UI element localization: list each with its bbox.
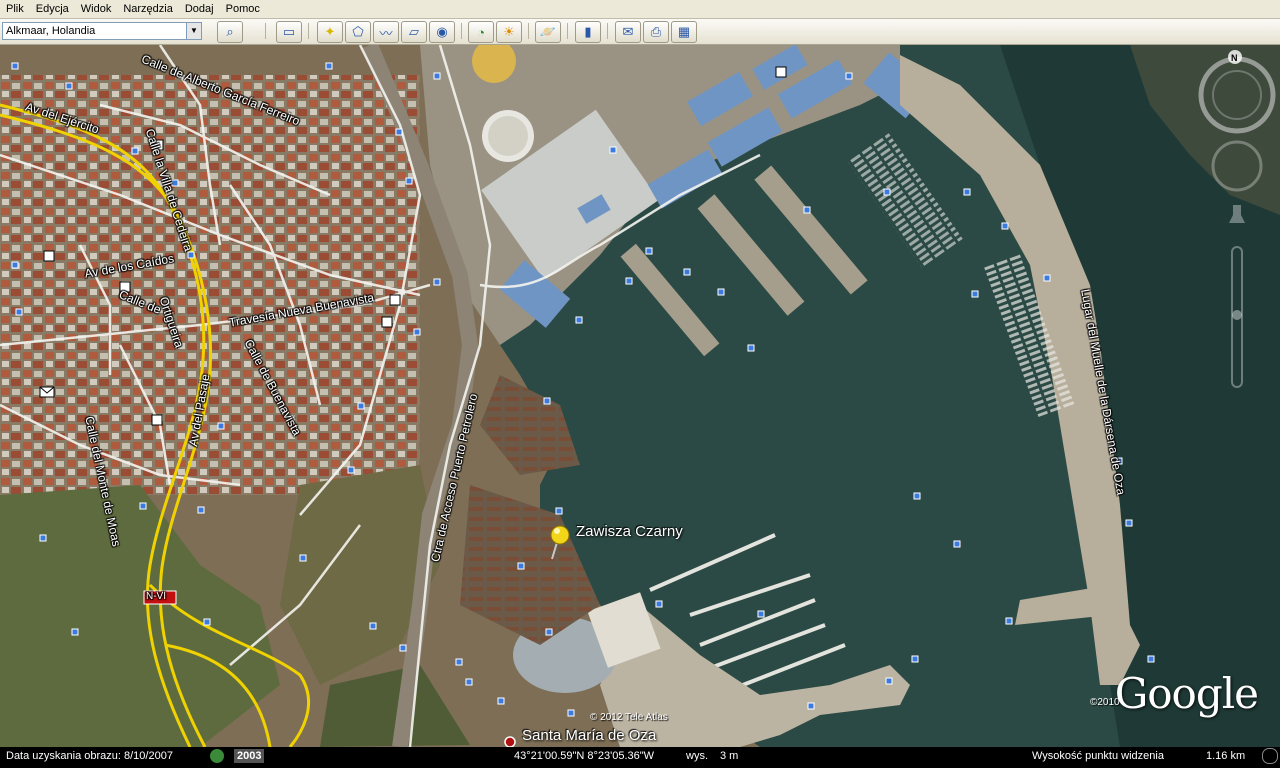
add-placemark-button[interactable]: ✦ [317, 21, 343, 43]
elevation-label: wys. [686, 750, 708, 762]
svg-text:N: N [1231, 53, 1238, 63]
menu-edycja[interactable]: Edycja [30, 3, 75, 15]
overlay-icon: ▱ [409, 24, 419, 39]
search-value: Alkmaar, Holandia [6, 25, 96, 37]
chevron-down-icon[interactable]: ▼ [186, 23, 201, 39]
menu-plik[interactable]: Plik [0, 3, 30, 15]
record-tour-button[interactable]: ◉ [429, 21, 455, 43]
clock-icon[interactable] [210, 749, 224, 763]
polygon-icon: ⬠ [352, 24, 364, 39]
placemark-icon: ✦ [324, 24, 336, 39]
menu-widok[interactable]: Widok [75, 3, 118, 15]
add-overlay-button[interactable]: ▱ [401, 21, 427, 43]
print-icon: ⎙ [650, 24, 662, 39]
year-badge[interactable]: 2003 [234, 749, 265, 763]
planet-icon: 🪐 [539, 24, 557, 39]
toolbar-separator [265, 23, 266, 39]
road-shield-label: N-VI [146, 591, 166, 602]
sidebar-toggle-button[interactable]: ▭ [276, 21, 302, 43]
historical-imagery-button[interactable]: ◔ [468, 21, 494, 43]
eye-altitude-label: Wysokość punktu widzenia [1032, 750, 1164, 762]
coordinates: 43°21'00.59"N 8°23'05.36"W [514, 750, 655, 762]
email-icon: ✉ [622, 24, 634, 39]
toolbar-separator [607, 23, 608, 39]
sun-icon: ☀ [503, 24, 515, 39]
imagery-copyright: © 2012 Tele Atlas [590, 712, 668, 723]
menu-pomoc[interactable]: Pomoc [220, 3, 266, 15]
eye-altitude-value: 1.16 km [1206, 750, 1246, 762]
menu-bar: Plik Edycja Widok Narzędzia Dodaj Pomoc [0, 0, 1280, 19]
toolbar-separator [567, 23, 568, 39]
imagery-date: Data uzyskania obrazu: 8/10/2007 [6, 750, 173, 762]
switch-planet-button[interactable]: 🪐 [535, 21, 561, 43]
search-input[interactable]: Alkmaar, Holandia ▼ [2, 22, 202, 40]
view-in-maps-button[interactable]: ▦ [671, 21, 697, 43]
clock-icon: ◔ [477, 24, 485, 40]
camera-icon: ◉ [436, 24, 448, 39]
status-bar: Data uzyskania obrazu: 8/10/2007 2003 43… [0, 747, 1280, 768]
toolbar-separator [528, 23, 529, 39]
print-button[interactable]: ⎙ [643, 21, 669, 43]
add-polygon-button[interactable]: ⬠ [345, 21, 371, 43]
search-icon: ⌕ [226, 24, 234, 39]
search-button[interactable]: ⌕ [217, 21, 243, 43]
elevation-value: 3 m [720, 750, 739, 762]
ruler-button[interactable]: ▮ [575, 21, 601, 43]
ruler-icon: ▮ [584, 24, 592, 39]
place-name-label[interactable]: Santa María de Oza [522, 727, 656, 744]
map-icon: ▦ [677, 24, 691, 39]
add-path-button[interactable]: 〰 [373, 21, 399, 43]
placemark-label[interactable]: Zawisza Czarny [576, 523, 683, 540]
streaming-indicator-icon [1262, 748, 1278, 764]
toolbar-separator [461, 23, 462, 39]
satellite-imagery: N [0, 45, 1280, 747]
menu-narzedzia[interactable]: Narzędzia [117, 3, 179, 15]
google-logo: Google [1114, 669, 1259, 718]
menu-dodaj[interactable]: Dodaj [179, 3, 220, 15]
email-button[interactable]: ✉ [615, 21, 641, 43]
toolbar-separator [308, 23, 309, 39]
map-view[interactable]: N Calle de Alberto García Ferreiro Calle… [0, 45, 1280, 747]
toolbar: Alkmaar, Holandia ▼ ⌕ ▭ ✦ ⬠ 〰 ▱ ◉ ◔ ☀ 🪐 … [0, 19, 1280, 45]
sidebar-icon: ▭ [282, 24, 296, 39]
sunlight-button[interactable]: ☀ [496, 21, 522, 43]
path-icon: 〰 [379, 25, 393, 41]
